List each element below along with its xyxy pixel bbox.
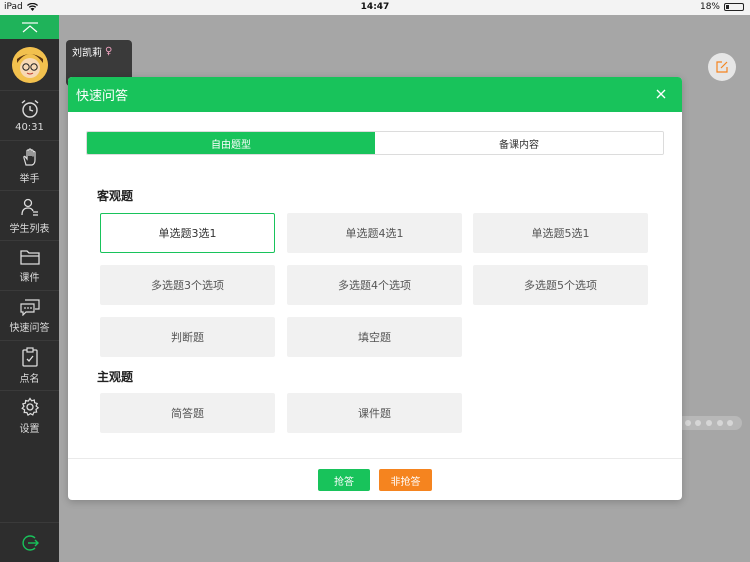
student-name-row: 刘凯莉 ♀ — [72, 44, 126, 59]
page-indicator[interactable] — [676, 416, 742, 430]
sidebar-collapse-tab[interactable] — [0, 15, 59, 39]
single-choice-5-button[interactable]: 单选题5选1 — [473, 213, 648, 253]
page-dot — [695, 420, 702, 426]
sidebar-item-student-list[interactable]: 学生列表 — [0, 190, 59, 240]
true-false-button[interactable]: 判断题 — [100, 317, 275, 357]
courseware-question-button[interactable]: 课件题 — [287, 393, 462, 433]
dialog-footer: 抢答 非抢答 — [68, 458, 682, 500]
multi-choice-4-button[interactable]: 多选题4个选项 — [287, 265, 462, 305]
gender-icon: ♀ — [105, 46, 113, 57]
status-right: 18% — [700, 2, 744, 12]
page-dot — [716, 420, 723, 426]
logout-icon — [21, 534, 39, 551]
sidebar-item-label: 点名 — [19, 373, 40, 385]
battery-level-fill — [726, 5, 729, 9]
edit-button[interactable] — [708, 53, 736, 81]
sidebar-item-courseware[interactable]: 课件 — [0, 240, 59, 290]
multi-choice-3-button[interactable]: 多选题3个选项 — [100, 265, 275, 305]
sidebar-item-quick-quiz[interactable]: 快速问答 — [0, 290, 59, 340]
gear-icon — [20, 396, 39, 416]
quick-quiz-dialog: 快速问答 自由题型 备课内容 客观题 单选题3选1 单选题4选1 单选题5选1 … — [68, 77, 682, 500]
student-list-icon — [20, 198, 38, 216]
no-grab-answer-button[interactable]: 非抢答 — [379, 469, 432, 491]
sidebar-item-label: 学生列表 — [9, 223, 50, 235]
page-dot — [727, 420, 734, 426]
sidebar-item-label: 举手 — [19, 173, 40, 185]
dialog-title: 快速问答 — [76, 89, 129, 104]
short-answer-button[interactable]: 简答题 — [100, 393, 275, 433]
folder-icon — [19, 249, 40, 265]
question-type-tabs: 自由题型 备课内容 — [86, 131, 664, 155]
sidebar-item-raise-hand[interactable]: 举手 — [0, 140, 59, 190]
alarm-clock-icon — [21, 99, 38, 118]
sidebar-item-label: 课件 — [19, 272, 40, 284]
avatar-face-icon — [11, 47, 48, 83]
tab-free-type[interactable]: 自由题型 — [87, 132, 375, 154]
single-choice-3-button[interactable]: 单选题3选1 — [100, 213, 275, 253]
sidebar-item-label: 设置 — [19, 423, 40, 435]
battery-icon — [724, 3, 744, 11]
sidebar-item-label: 快速问答 — [9, 322, 50, 334]
chevron-up-icon — [21, 22, 38, 33]
fill-blank-button[interactable]: 填空题 — [287, 317, 462, 357]
single-choice-4-button[interactable]: 单选题4选1 — [287, 213, 462, 253]
tab-prepared-content[interactable]: 备课内容 — [375, 132, 663, 154]
avatar[interactable] — [11, 47, 48, 83]
chat-question-icon — [19, 298, 40, 316]
close-icon[interactable] — [654, 87, 668, 101]
clipboard-icon — [21, 346, 38, 367]
edit-icon — [716, 61, 728, 73]
dialog-header: 快速问答 — [68, 77, 682, 112]
objective-section-title: 客观题 — [97, 189, 134, 203]
exit-button[interactable] — [0, 522, 59, 562]
sidebar: 40:31 举手 学生列表 课件 快速问答 点名 设置 — [0, 15, 59, 562]
sidebar-item-settings[interactable]: 设置 — [0, 390, 59, 440]
grab-answer-button[interactable]: 抢答 — [318, 469, 370, 491]
multi-choice-5-button[interactable]: 多选题5个选项 — [473, 265, 648, 305]
subjective-section-title: 主观题 — [97, 370, 134, 384]
battery-percent: 18% — [699, 2, 720, 12]
sidebar-item-roll-call[interactable]: 点名 — [0, 340, 59, 390]
sidebar-item-label: 40:31 — [15, 121, 44, 133]
page-dot — [705, 420, 712, 426]
page-dot — [684, 420, 691, 426]
status-time: 14:47 — [360, 2, 390, 12]
student-name: 刘凯莉 — [72, 48, 102, 59]
raise-hand-icon — [22, 147, 36, 166]
status-bar: iPad 14:47 18% — [0, 0, 750, 15]
sidebar-item-timer[interactable]: 40:31 — [0, 90, 59, 140]
